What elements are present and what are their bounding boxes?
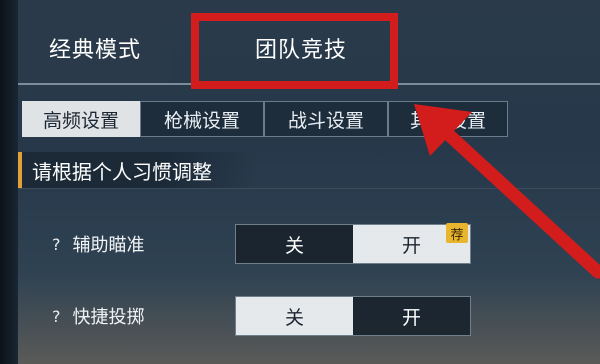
- red-arrow-icon: [414, 104, 600, 279]
